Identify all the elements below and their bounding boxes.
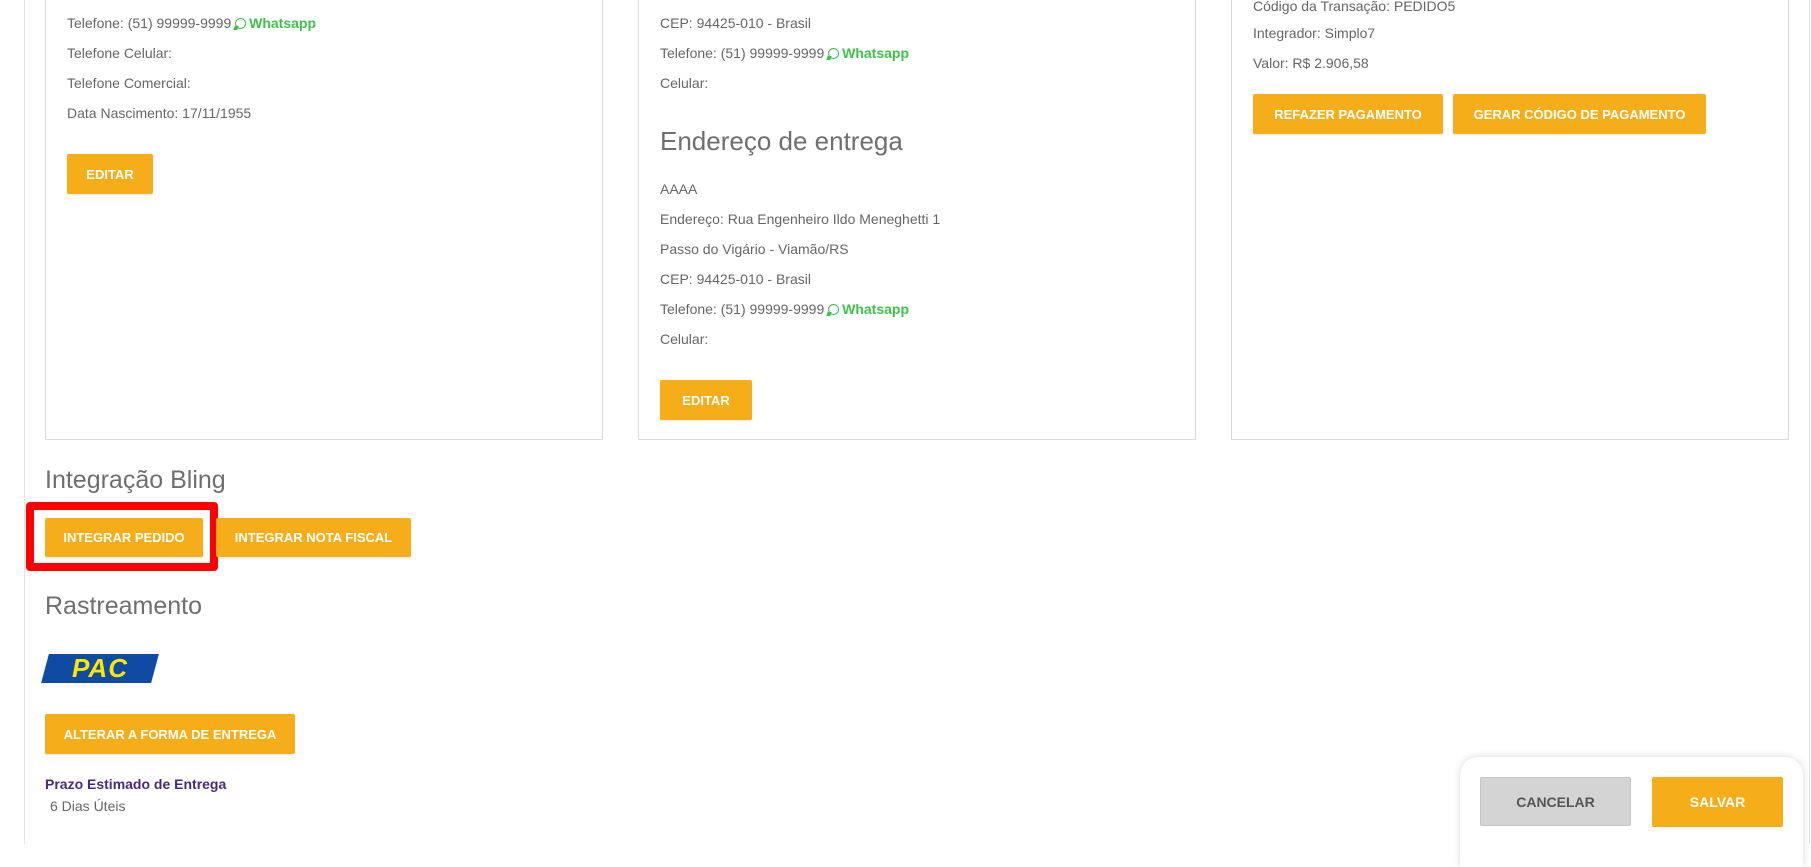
- whatsapp-icon: [235, 18, 247, 29]
- pac-logo: PAC: [41, 653, 159, 683]
- payment-transaction-code: Código da Transação: PEDIDO5: [1253, 0, 1456, 14]
- customer-phone: Telefone: (51) 99999-9999: [67, 15, 232, 31]
- customer-mobile: Telefone Celular:: [67, 45, 173, 61]
- bling-section-title: Integração Bling: [45, 466, 226, 494]
- right-border: [1809, 0, 1810, 844]
- delivery-street: Endereço: Rua Engenheiro Ildo Meneghetti…: [660, 211, 941, 227]
- save-button[interactable]: SALVAR: [1652, 777, 1783, 827]
- cancel-button[interactable]: CANCELAR: [1480, 777, 1631, 826]
- billing-phone: Telefone: (51) 99999-9999: [660, 45, 825, 61]
- pac-logo-text: PAC: [72, 653, 128, 683]
- billing-phone-line: Telefone: (51) 99999-9999 Whatsapp: [660, 44, 909, 62]
- generate-payment-code-button[interactable]: GERAR CÓDIGO DE PAGAMENTO: [1453, 94, 1706, 134]
- delivery-phone: Telefone: (51) 99999-9999: [660, 301, 825, 317]
- delivery-estimate-value: 6 Dias Úteis: [50, 798, 126, 814]
- customer-business-phone: Telefone Comercial:: [67, 75, 191, 91]
- delivery-name: AAAA: [660, 181, 698, 197]
- whatsapp-icon: [828, 48, 840, 59]
- delivery-estimate-label: Prazo Estimado de Entrega: [45, 776, 227, 792]
- customer-whatsapp-link[interactable]: Whatsapp: [249, 15, 316, 31]
- edit-customer-button[interactable]: EDITAR: [67, 154, 153, 194]
- customer-phone-line: Telefone: (51) 99999-9999 Whatsapp: [67, 14, 316, 32]
- customer-birthdate: Data Nascimento: 17/11/1955: [67, 105, 252, 121]
- customer-card: [45, 0, 603, 440]
- tracking-section-title: Rastreamento: [45, 592, 203, 620]
- left-border: [24, 0, 25, 844]
- integrate-order-button[interactable]: INTEGRAR PEDIDO: [45, 518, 203, 557]
- billing-whatsapp-link[interactable]: Whatsapp: [842, 45, 909, 61]
- payment-value: Valor: R$ 2.906,58: [1253, 55, 1369, 71]
- billing-cep: CEP: 94425-010 - Brasil: [660, 15, 811, 31]
- delivery-cellphone: Celular:: [660, 331, 709, 347]
- order-details-page: Telefone: (51) 99999-9999 Whatsapp Telef…: [0, 0, 1811, 867]
- delivery-district: Passo do Vigário - Viamão/RS: [660, 241, 849, 257]
- edit-delivery-button[interactable]: EDITAR: [660, 380, 752, 420]
- delivery-cep: CEP: 94425-010 - Brasil: [660, 271, 811, 287]
- delivery-whatsapp-link[interactable]: Whatsapp: [842, 301, 909, 317]
- whatsapp-icon: [828, 304, 840, 315]
- change-delivery-method-button[interactable]: ALTERAR A FORMA DE ENTREGA: [45, 714, 295, 754]
- delivery-phone-line: Telefone: (51) 99999-9999 Whatsapp: [660, 300, 909, 318]
- delivery-address-heading: Endereço de entrega: [660, 126, 903, 156]
- payment-integrator: Integrador: Simplo7: [1253, 25, 1376, 41]
- redo-payment-button[interactable]: REFAZER PAGAMENTO: [1253, 94, 1443, 134]
- integrate-invoice-button[interactable]: INTEGRAR NOTA FISCAL: [216, 518, 411, 557]
- billing-cellphone: Celular:: [660, 75, 709, 91]
